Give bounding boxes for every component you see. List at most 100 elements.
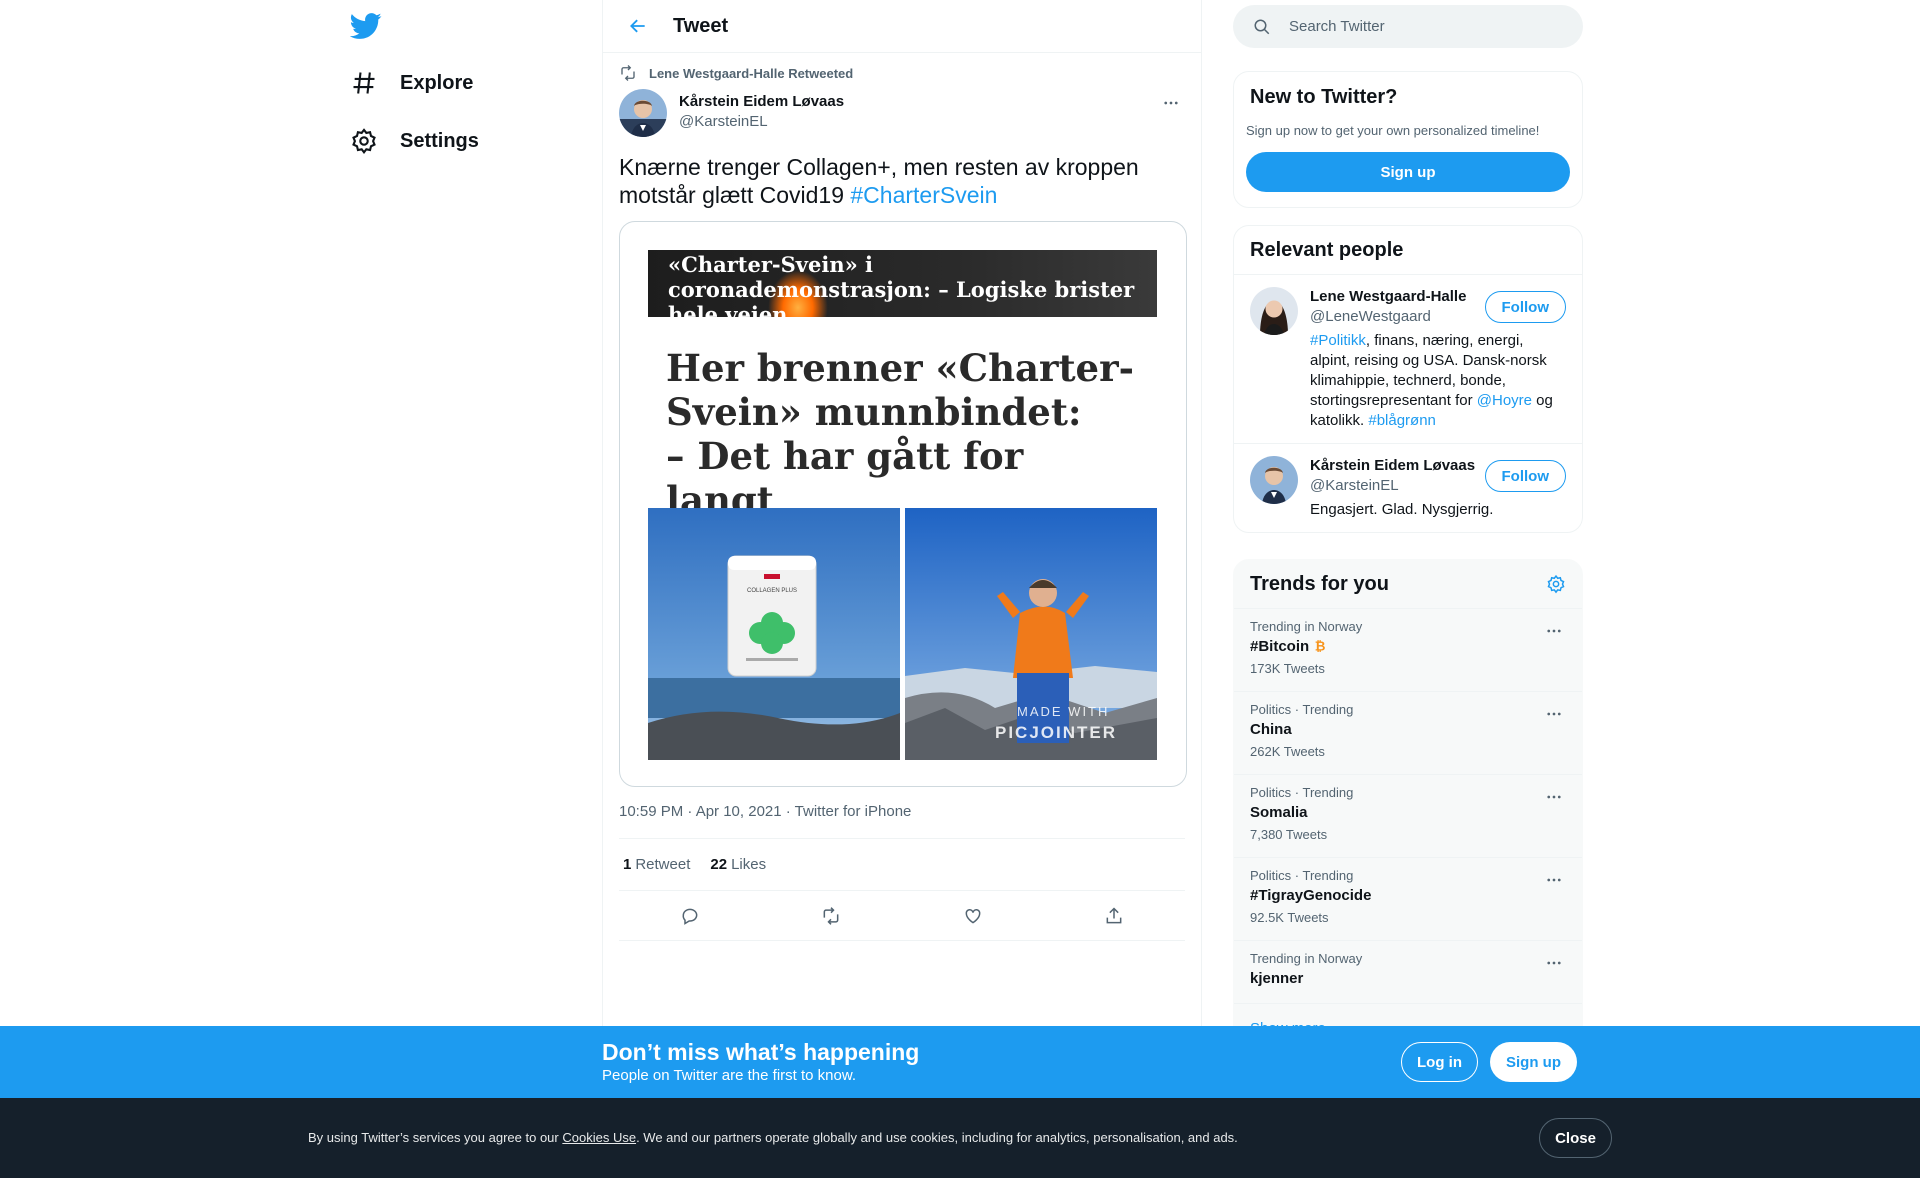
like-heart-icon[interactable] bbox=[955, 898, 991, 934]
new-to-twitter-title: New to Twitter? bbox=[1250, 86, 1398, 108]
gear-icon bbox=[350, 127, 378, 155]
trend-item[interactable]: Politics · Trending Somalia 7,380 Tweets bbox=[1234, 775, 1582, 858]
retweet-context[interactable]: Lene Westgaard-Halle Retweeted bbox=[619, 63, 1185, 83]
trend-meta: Politics · Trending bbox=[1250, 785, 1354, 800]
sign-up-button[interactable]: Sign up bbox=[1246, 152, 1570, 192]
media-top-headline: «Charter-Svein» i coronademonstrasjon: –… bbox=[648, 250, 1157, 317]
nav-settings-label: Settings bbox=[400, 129, 479, 152]
bio-hashtag-link[interactable]: #Politikk bbox=[1310, 332, 1366, 349]
person-name[interactable]: Kårstein Eidem Løvaas bbox=[1310, 456, 1480, 476]
more-dots-icon bbox=[1162, 94, 1180, 112]
trend-name-text: #Bitcoin bbox=[1250, 638, 1310, 655]
media-photo-product: COLLAGEN PLUS bbox=[648, 508, 900, 760]
banner-title: Don’t miss what’s happening bbox=[602, 1039, 920, 1065]
person-bio: #Politikk, finans, næring, energi, alpin… bbox=[1310, 331, 1560, 431]
cookie-text: By using Twitter’s services you agree to… bbox=[308, 1130, 1238, 1145]
trend-item[interactable]: Politics · Trending China 262K Tweets bbox=[1234, 692, 1582, 775]
svg-text:₿: ₿ bbox=[1315, 639, 1326, 653]
likes-count: 22 bbox=[710, 856, 728, 873]
trend-name: kjenner bbox=[1250, 970, 1304, 987]
tweet-timestamp[interactable]: 10:59 PM · Apr 10, 2021 · Twitter for iP… bbox=[619, 803, 1185, 839]
retweets-stat[interactable]: 1 Retweet bbox=[623, 856, 690, 873]
follow-button[interactable]: Follow bbox=[1484, 460, 1566, 492]
tweet-text: Knærne trenger Collagen+, men resten av … bbox=[619, 153, 1185, 209]
person-item[interactable]: Lene Westgaard-Halle @LeneWestgaard #Pol… bbox=[1234, 275, 1582, 444]
more-dots-icon[interactable] bbox=[1542, 619, 1566, 643]
relevant-people-card: Relevant people Lene Westgaard-Halle @Le… bbox=[1233, 225, 1583, 533]
avatar[interactable] bbox=[619, 89, 667, 137]
watermark-line-1: MADE WITH bbox=[1017, 704, 1109, 719]
tweet-more-button[interactable] bbox=[1157, 89, 1185, 117]
tweet-header: Tweet bbox=[603, 0, 1201, 53]
nav-explore-label: Explore bbox=[400, 71, 474, 94]
tweet-author: Kårstein Eidem Løvaas @KarsteinEL bbox=[619, 89, 1185, 137]
avatar[interactable] bbox=[1250, 287, 1298, 335]
new-to-twitter-card: New to Twitter? Sign up now to get your … bbox=[1233, 71, 1583, 208]
bio-hashtag-link-2[interactable]: #blågrønn bbox=[1368, 412, 1436, 429]
nav-settings[interactable]: Settings bbox=[350, 121, 479, 161]
trend-count: 173K Tweets bbox=[1250, 661, 1325, 676]
tweet-media-image[interactable]: «Charter-Svein» i coronademonstrasjon: –… bbox=[619, 221, 1187, 787]
page-title: Tweet bbox=[673, 14, 729, 37]
bio-mention-link[interactable]: @Hoyre bbox=[1477, 392, 1532, 409]
reply-icon[interactable] bbox=[672, 898, 708, 934]
gear-icon[interactable] bbox=[1546, 574, 1566, 594]
trend-item[interactable]: Trending in Norway kjenner bbox=[1234, 941, 1582, 1004]
person-name[interactable]: Lene Westgaard-Halle bbox=[1310, 287, 1480, 307]
search-bar[interactable] bbox=[1233, 5, 1583, 48]
hashtag-icon bbox=[350, 69, 378, 97]
media-headline-line-2: Svein» munnbindet: bbox=[666, 390, 1082, 434]
retweeted-by-label: Lene Westgaard-Halle Retweeted bbox=[649, 65, 854, 81]
media-photo-mountain: MADE WITH PICJOINTER bbox=[905, 508, 1157, 760]
retweets-label: Retweet bbox=[635, 856, 691, 873]
back-button[interactable] bbox=[619, 7, 657, 45]
trend-meta: Politics · Trending bbox=[1250, 868, 1354, 883]
trend-name: #Bitcoin ₿ bbox=[1250, 637, 1566, 657]
trend-name: #TigrayGenocide bbox=[1250, 887, 1372, 904]
person-item[interactable]: Kårstein Eidem Løvaas @KarsteinEL Engasj… bbox=[1234, 444, 1582, 532]
nav-explore[interactable]: Explore bbox=[350, 63, 473, 103]
new-to-twitter-subtitle: Sign up now to get your own personalized… bbox=[1246, 123, 1540, 138]
retweets-count: 1 bbox=[623, 856, 632, 873]
cookie-bar: By using Twitter’s services you agree to… bbox=[0, 1098, 1920, 1178]
likes-stat[interactable]: 22 Likes bbox=[710, 856, 766, 873]
search-icon bbox=[1253, 18, 1271, 36]
trend-name: Somalia bbox=[1250, 804, 1308, 821]
trend-name: China bbox=[1250, 721, 1292, 738]
trend-meta: Trending in Norway bbox=[1250, 619, 1363, 634]
tweet-actions bbox=[619, 891, 1185, 941]
author-name[interactable]: Kårstein Eidem Løvaas bbox=[679, 92, 844, 112]
trend-meta: Politics · Trending bbox=[1250, 702, 1354, 717]
share-icon[interactable] bbox=[1096, 898, 1132, 934]
trend-count: 7,380 Tweets bbox=[1250, 827, 1328, 842]
tweet-stats: 1 Retweet 22 Likes bbox=[619, 839, 1185, 891]
avatar[interactable] bbox=[1250, 456, 1298, 504]
follow-button[interactable]: Follow bbox=[1484, 291, 1566, 323]
trend-count: 92.5K Tweets bbox=[1250, 910, 1329, 925]
banner-sign-up-button[interactable]: Sign up bbox=[1490, 1042, 1577, 1082]
retweet-button-icon[interactable] bbox=[813, 898, 849, 934]
trend-item[interactable]: Trending in Norway #Bitcoin ₿ 173K Tweet… bbox=[1234, 609, 1582, 692]
media-top-headline-text: «Charter-Svein» i coronademonstrasjon: –… bbox=[668, 252, 1135, 317]
cookies-use-link[interactable]: Cookies Use bbox=[562, 1130, 636, 1145]
banner-subtitle: People on Twitter are the first to know. bbox=[602, 1067, 857, 1084]
search-input[interactable] bbox=[1289, 18, 1549, 35]
more-dots-icon[interactable] bbox=[1542, 951, 1566, 975]
close-button[interactable]: Close bbox=[1539, 1118, 1612, 1158]
tweet-column: Tweet Lene Westgaard-Halle Retweeted Kår… bbox=[602, 0, 1202, 1178]
log-in-button[interactable]: Log in bbox=[1401, 1042, 1478, 1082]
twitter-logo-icon[interactable] bbox=[350, 10, 382, 42]
tweet-hashtag-link[interactable]: #CharterSvein bbox=[850, 182, 997, 208]
trends-title: Trends for you bbox=[1250, 572, 1389, 595]
author-handle[interactable]: @KarsteinEL bbox=[679, 112, 844, 132]
trend-item[interactable]: Politics · Trending #TigrayGenocide 92.5… bbox=[1234, 858, 1582, 941]
person-bio: Engasjert. Glad. Nysgjerrig. bbox=[1310, 501, 1494, 518]
likes-label: Likes bbox=[731, 856, 767, 873]
product-label-text: COLLAGEN PLUS bbox=[747, 588, 797, 594]
trends-header: Trends for you bbox=[1234, 560, 1582, 609]
tweet: Lene Westgaard-Halle Retweeted Kårstein … bbox=[603, 63, 1201, 941]
more-dots-icon[interactable] bbox=[1542, 868, 1566, 892]
more-dots-icon[interactable] bbox=[1542, 702, 1566, 726]
right-sidebar: New to Twitter? Sign up now to get your … bbox=[1233, 0, 1583, 1057]
more-dots-icon[interactable] bbox=[1542, 785, 1566, 809]
